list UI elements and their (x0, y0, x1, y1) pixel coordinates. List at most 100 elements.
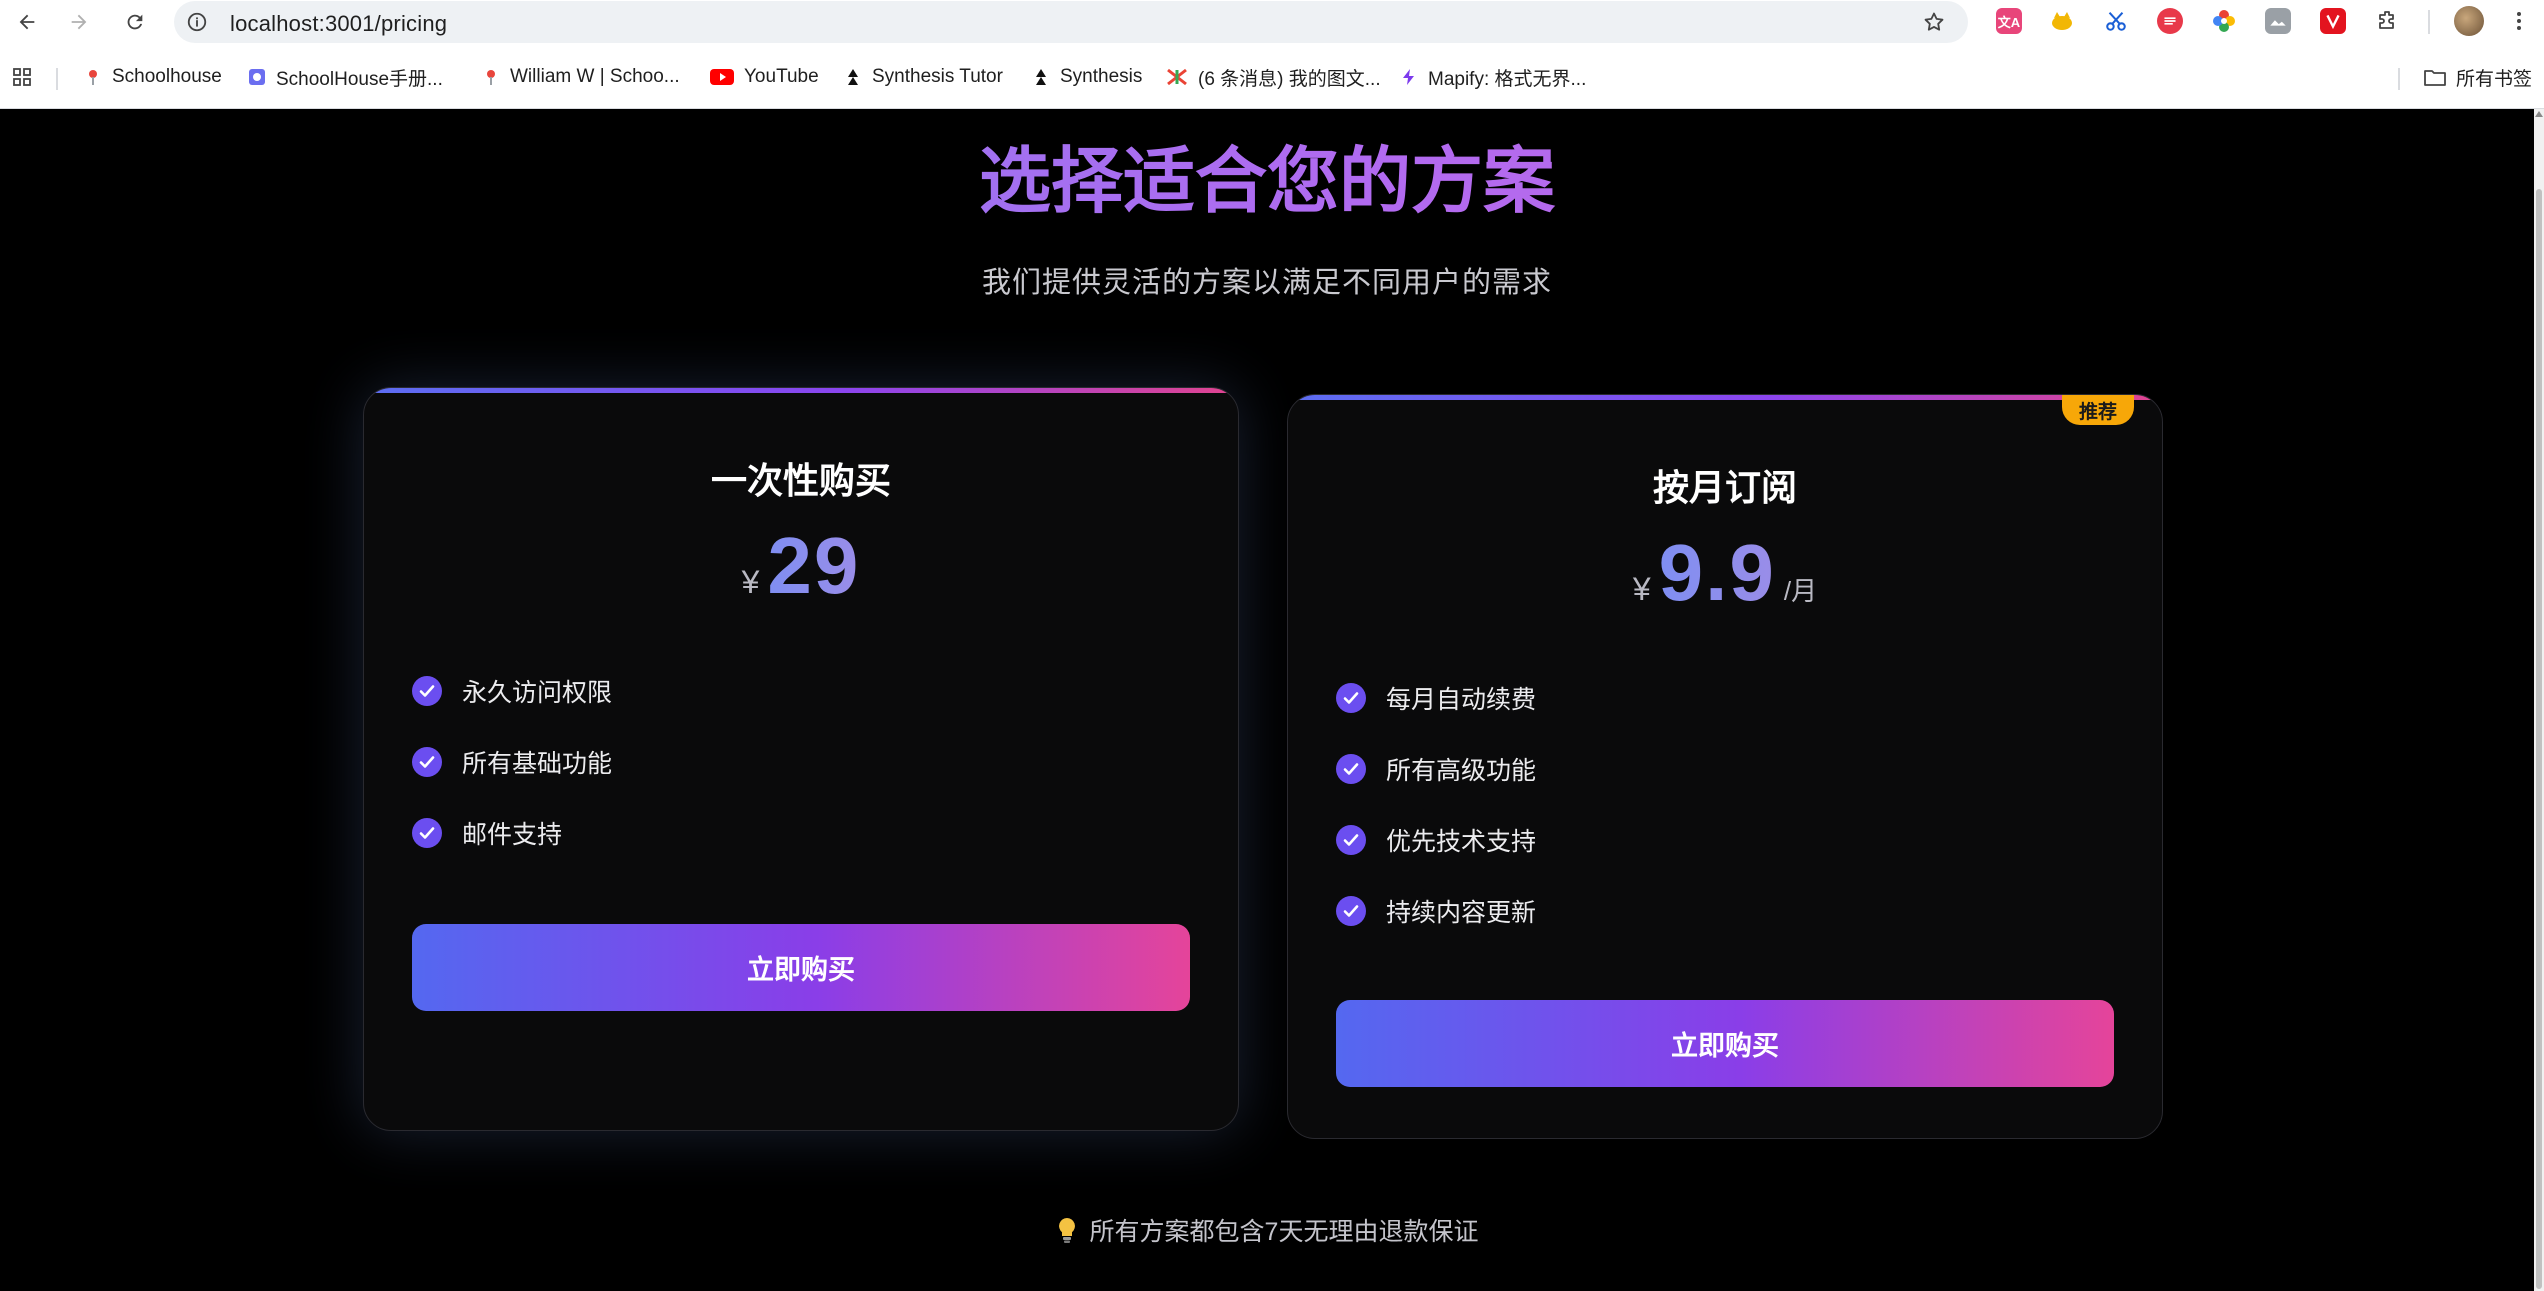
bookmark-label: Schoolhouse (112, 66, 222, 87)
feature-text: 所有基础功能 (462, 749, 613, 778)
bookmark-synthesis[interactable]: Synthesis (1032, 63, 1142, 91)
lightbulb-icon (1056, 1216, 1078, 1244)
scissors-icon (2106, 12, 2126, 31)
card-accent-bar (364, 388, 1238, 393)
more-vertical-icon (2517, 12, 2521, 30)
arrow-left-icon (19, 14, 35, 30)
mapify-icon (1400, 68, 1418, 86)
refund-guarantee-note: 所有方案都包含7天无理由退款保证 (0, 1212, 2534, 1248)
check-icon (1336, 753, 1366, 784)
feature-item: 持续内容更新 (1336, 875, 2114, 946)
feature-text: 永久访问权限 (462, 678, 613, 707)
schoolhouse-profile-icon (482, 68, 500, 86)
csdn-icon (1166, 68, 1188, 86)
bookmark-label: William W | Schoo... (510, 66, 680, 87)
feature-item: 所有基础功能 (412, 726, 1190, 797)
bookmark-star-icon[interactable] (1922, 10, 1946, 34)
v-logo-icon (2326, 14, 2340, 30)
toolbar-divider (2428, 10, 2430, 34)
folder-icon (2424, 68, 2446, 86)
check-icon (1336, 895, 1366, 926)
check-icon (412, 675, 442, 706)
price-amount: 9.9 (1658, 528, 1776, 617)
page-subtitle: 我们提供灵活的方案以满足不同用户的需求 (981, 267, 1552, 299)
browser-menu-button[interactable] (2506, 8, 2532, 34)
puzzle-icon (2379, 11, 2394, 29)
address-bar[interactable]: localhost:3001/pricing (174, 1, 1968, 43)
check-icon (412, 817, 442, 848)
vivaldi-extension-icon[interactable] (2320, 8, 2346, 34)
schoolhouse-icon (84, 68, 102, 86)
scrollbar-thumb[interactable] (2536, 189, 2542, 1289)
plan-name: 一次性购买 (710, 460, 891, 501)
bookmark-synthesis-tutor[interactable]: Synthesis Tutor (844, 63, 1003, 91)
bookmark-schoolhouse[interactable]: Schoolhouse (84, 63, 222, 91)
reload-icon (127, 14, 143, 30)
apps-button[interactable] (12, 63, 32, 91)
reload-button[interactable] (118, 5, 152, 39)
apps-grid-icon (13, 68, 31, 86)
image-extension-icon[interactable] (2265, 8, 2291, 34)
pricing-page: 选择适合您的方案 我们提供灵活的方案以满足不同用户的需求 一次性购买 ¥ 29 … (0, 109, 2534, 1291)
check-icon (1336, 682, 1366, 713)
plan-price: ¥ 29 (364, 520, 1238, 612)
feature-item: 优先技术支持 (1336, 804, 2114, 875)
bookmark-label: YouTube (744, 66, 819, 87)
scroll-up-arrow-icon[interactable] (2535, 111, 2543, 117)
arrow-right-icon (71, 14, 87, 30)
buy-now-button[interactable]: 立即购买 (412, 924, 1190, 1011)
bookmark-label: Synthesis Tutor (872, 66, 1003, 87)
site-info-icon[interactable] (186, 11, 208, 33)
feature-text: 优先技术支持 (1386, 827, 1537, 856)
feature-item: 每月自动续费 (1336, 662, 2114, 733)
feature-list: 永久访问权限 所有基础功能 邮件支持 (412, 655, 1190, 868)
color-wheel-icon (2213, 10, 2235, 32)
color-wheel-extension-icon[interactable] (2211, 8, 2237, 34)
plan-card-one-time: 一次性购买 ¥ 29 永久访问权限 所有基础功能 邮件支持 立即购买 (363, 387, 1239, 1131)
plan-price: ¥ 9.9 /月 (1288, 527, 2162, 619)
price-amount: 29 (767, 521, 861, 610)
bookmark-label: Mapify: 格式无界... (1428, 68, 1587, 90)
check-icon (412, 746, 442, 777)
refund-guarantee-text: 所有方案都包含7天无理由退款保证 (1089, 1218, 1479, 1246)
notes-icon (2164, 17, 2176, 25)
bookmark-csdn[interactable]: (6 条消息) 我的图文... (1166, 63, 1381, 91)
feature-item: 所有高级功能 (1336, 733, 2114, 804)
bookmark-william-schoolhouse[interactable]: William W | Schoo... (482, 63, 680, 91)
translate-extension-icon[interactable]: 文A (1996, 8, 2022, 34)
url-text[interactable]: localhost:3001/pricing (230, 11, 447, 37)
cat-extension-icon[interactable] (2049, 8, 2075, 34)
image-icon (2270, 20, 2286, 26)
scissors-extension-icon[interactable] (2103, 8, 2129, 34)
buy-now-button[interactable]: 立即购买 (1336, 1000, 2114, 1087)
plan-name: 按月订阅 (1652, 467, 1797, 508)
page-title: 选择适合您的方案 (0, 142, 2534, 222)
forward-button[interactable] (62, 5, 96, 39)
profile-avatar[interactable] (2454, 6, 2484, 36)
back-button[interactable] (10, 5, 44, 39)
bookmark-label: Synthesis (1060, 66, 1143, 87)
bookmark-schoolhouse-manual[interactable]: SchoolHouse手册... (248, 63, 443, 91)
plan-card-monthly: 推荐 按月订阅 ¥ 9.9 /月 每月自动续费 所有高级功能 优先技术支持 持续… (1287, 394, 2163, 1139)
bookmark-mapify[interactable]: Mapify: 格式无界... (1400, 63, 1586, 91)
feature-list: 每月自动续费 所有高级功能 优先技术支持 持续内容更新 (1336, 662, 2114, 946)
bookmarks-bar: Schoolhouse SchoolHouse手册... William W |… (0, 60, 2544, 94)
bookmark-label: SchoolHouse手册... (276, 68, 443, 90)
cat-icon (2052, 12, 2072, 30)
synthesis-icon (1032, 68, 1050, 86)
browser-toolbar: localhost:3001/pricing 文A (0, 0, 2544, 44)
feature-text: 每月自动续费 (1386, 685, 1537, 714)
youtube-icon (710, 68, 734, 86)
schoolhouse-manual-icon (248, 68, 266, 86)
check-icon (1336, 824, 1366, 855)
feature-text: 所有高级功能 (1386, 756, 1537, 785)
feature-item: 永久访问权限 (412, 655, 1190, 726)
bookmarks-divider (56, 68, 58, 90)
bookmark-youtube[interactable]: YouTube (710, 63, 819, 91)
notes-extension-icon[interactable] (2157, 8, 2183, 34)
extensions-button[interactable] (2374, 8, 2400, 34)
all-bookmarks-folder[interactable]: 所有书签 (2424, 63, 2532, 91)
page-scrollbar[interactable] (2534, 109, 2544, 1291)
feature-item: 邮件支持 (412, 797, 1190, 868)
translate-extension-label: 文A (1997, 14, 2021, 30)
